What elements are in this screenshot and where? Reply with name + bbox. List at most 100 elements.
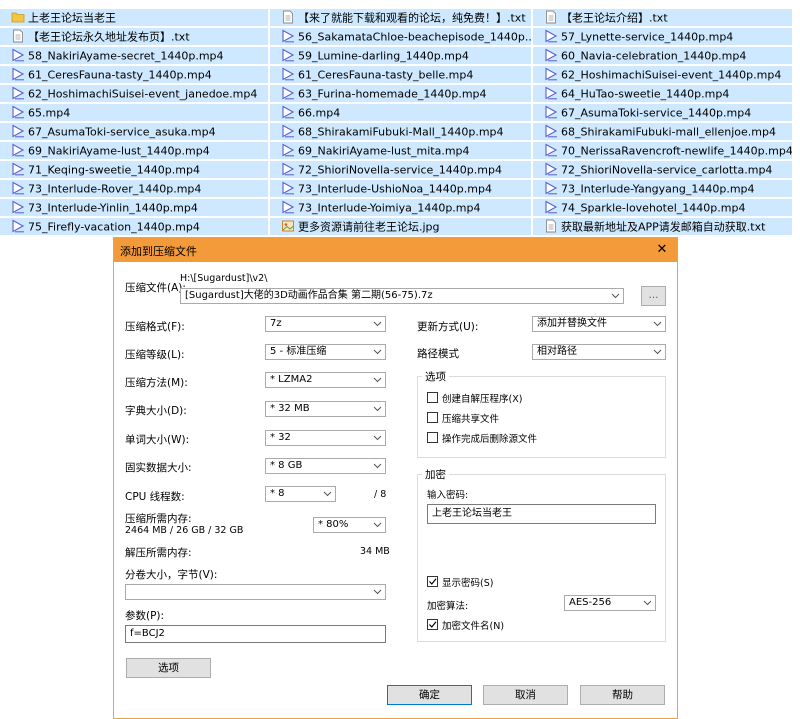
delete-checkbox[interactable] bbox=[427, 432, 438, 443]
file-item[interactable]: 56_SakamataChloe-beachepisode_1440p.... bbox=[270, 28, 531, 45]
file-item[interactable]: 64_HuTao-sweetie_1440p.mp4 bbox=[533, 85, 792, 102]
file-item[interactable]: 获取最新地址及APP请发邮箱自动获取.txt bbox=[533, 218, 792, 235]
file-list: 上老王论坛当老王 【来了就能下载和观看的论坛，纯免费！】.txt 【老王论坛介绍】.… bbox=[0, 0, 800, 240]
format-value: 7z bbox=[270, 318, 282, 329]
file-item[interactable]: 65.mp4 bbox=[0, 104, 268, 121]
file-name: 66.mp4 bbox=[298, 106, 341, 120]
file-item[interactable]: 73_Interlude-Yinlin_1440p.mp4 bbox=[0, 199, 268, 216]
dict-value: * 32 MB bbox=[270, 403, 310, 414]
file-item[interactable]: 58_NakiriAyame-secret_1440p.mp4 bbox=[0, 47, 268, 64]
options-button[interactable]: 选项 bbox=[126, 658, 211, 678]
file-name: 73_Interlude-Yinlin_1440p.mp4 bbox=[28, 201, 198, 215]
file-item[interactable]: 71_Keqing-sweetie_1440p.mp4 bbox=[0, 161, 268, 178]
dict-select[interactable]: * 32 MB bbox=[265, 401, 386, 417]
path-mode-select[interactable]: 相对路径 bbox=[532, 344, 666, 360]
file-item[interactable]: 59_Lumine-darling_1440p.mp4 bbox=[270, 47, 531, 64]
file-item[interactable]: 【老王论坛介绍】.txt bbox=[533, 9, 792, 26]
file-item[interactable]: 57_Lynette-service_1440p.mp4 bbox=[533, 28, 792, 45]
encryption-method-select[interactable]: AES-256 bbox=[564, 595, 656, 611]
file-name: 57_Lynette-service_1440p.mp4 bbox=[561, 30, 734, 44]
chevron-down-icon bbox=[373, 402, 382, 412]
file-item[interactable]: 69_NakiriAyame-lust_mita.mp4 bbox=[270, 142, 531, 159]
chevron-down-icon bbox=[373, 585, 382, 595]
solid-label: 固实数据大小: bbox=[125, 462, 192, 474]
file-name: 59_Lumine-darling_1440p.mp4 bbox=[298, 49, 469, 63]
password-input[interactable]: 上老王论坛当老王 bbox=[427, 504, 656, 524]
video-file-icon bbox=[544, 105, 558, 119]
file-name: 62_HoshimachiSuisei-event_1440p.mp4 bbox=[561, 68, 782, 82]
help-button[interactable]: 帮助 bbox=[580, 685, 665, 705]
file-item[interactable]: 74_Sparkle-lovehotel_1440p.mp4 bbox=[533, 199, 792, 216]
file-item[interactable]: 73_Interlude-Yoimiya_1440p.mp4 bbox=[270, 199, 531, 216]
decomp-memory-value: 34 MB bbox=[360, 546, 390, 557]
ok-button[interactable]: 确定 bbox=[387, 685, 472, 705]
file-item[interactable]: 上老王论坛当老王 bbox=[0, 9, 268, 26]
decomp-memory-label: 解压所需内存: bbox=[125, 547, 192, 559]
video-file-icon bbox=[11, 143, 25, 157]
file-item[interactable]: 67_AsumaToki-service_asuka.mp4 bbox=[0, 123, 268, 140]
threads-select[interactable]: * 8 bbox=[265, 486, 336, 502]
video-file-icon bbox=[544, 162, 558, 176]
file-item[interactable]: 68_ShirakamiFubuki-Mall_1440p.mp4 bbox=[270, 123, 531, 140]
file-item[interactable]: 72_ShioriNovella-service_1440p.mp4 bbox=[270, 161, 531, 178]
video-file-icon bbox=[281, 162, 295, 176]
params-input[interactable]: f=BCJ2 bbox=[125, 625, 386, 643]
solid-select[interactable]: * 8 GB bbox=[265, 458, 386, 474]
sfx-checkbox[interactable] bbox=[427, 392, 438, 403]
memory-detail: 2464 MB / 26 GB / 32 GB bbox=[125, 525, 244, 536]
shared-checkbox[interactable] bbox=[427, 412, 438, 423]
file-item[interactable]: 62_HoshimachiSuisei-event_janedoe.mp4 bbox=[0, 85, 268, 102]
file-item[interactable]: 61_CeresFauna-tasty_belle.mp4 bbox=[270, 66, 531, 83]
file-name: 【老王论坛介绍】.txt bbox=[561, 11, 668, 25]
format-select[interactable]: 7z bbox=[265, 316, 386, 332]
file-item[interactable]: 72_ShioriNovella-service_carlotta.mp4 bbox=[533, 161, 792, 178]
memory-select[interactable]: * 80% bbox=[313, 517, 386, 533]
file-item[interactable]: 73_Interlude-Rover_1440p.mp4 bbox=[0, 180, 268, 197]
file-name: 71_Keqing-sweetie_1440p.mp4 bbox=[28, 163, 200, 177]
video-file-icon bbox=[11, 67, 25, 81]
cancel-button[interactable]: 取消 bbox=[483, 685, 568, 705]
dialog-titlebar[interactable]: 添加到压缩文件 ✕ bbox=[114, 238, 677, 262]
file-item[interactable]: 【老王论坛永久地址发布页】.txt bbox=[0, 28, 268, 45]
video-file-icon bbox=[11, 219, 25, 233]
file-item[interactable]: 75_Firefly-vacation_1440p.mp4 bbox=[0, 218, 268, 235]
file-item[interactable]: 61_CeresFauna-tasty_1440p.mp4 bbox=[0, 66, 268, 83]
file-item[interactable]: 73_Interlude-UshioNoa_1440p.mp4 bbox=[270, 180, 531, 197]
file-name: 61_CeresFauna-tasty_belle.mp4 bbox=[298, 68, 474, 82]
update-mode-select[interactable]: 添加并替换文件 bbox=[532, 316, 666, 332]
close-icon: ✕ bbox=[656, 242, 668, 257]
archive-name-combo[interactable]: [Sugardust]大佬的3D动画作品合集 第二期(56-75).7z bbox=[180, 288, 624, 304]
method-select[interactable]: * LZMA2 bbox=[265, 372, 386, 388]
word-select[interactable]: * 32 bbox=[265, 430, 386, 446]
file-item[interactable]: 【来了就能下载和观看的论坛，纯免费！】.txt bbox=[270, 9, 531, 26]
file-item[interactable]: 63_Furina-homemade_1440p.mp4 bbox=[270, 85, 531, 102]
file-name: 75_Firefly-vacation_1440p.mp4 bbox=[28, 220, 200, 234]
file-name: 73_Interlude-Rover_1440p.mp4 bbox=[28, 182, 202, 196]
delete-label: 操作完成后删除源文件 bbox=[442, 434, 538, 445]
video-file-icon bbox=[544, 181, 558, 195]
solid-value: * 8 GB bbox=[270, 460, 303, 471]
close-button[interactable]: ✕ bbox=[647, 238, 677, 262]
file-item[interactable]: 67_AsumaToki-service_1440p.mp4 bbox=[533, 104, 792, 121]
video-file-icon bbox=[281, 181, 295, 195]
file-item[interactable]: 69_NakiriAyame-lust_1440p.mp4 bbox=[0, 142, 268, 159]
file-item[interactable]: 66.mp4 bbox=[270, 104, 531, 121]
file-item[interactable]: 70_NerissaRavencroft-newlife_1440p.mp4 bbox=[533, 142, 792, 159]
shared-label: 压缩共享文件 bbox=[442, 414, 500, 425]
file-item[interactable]: 60_Navia-celebration_1440p.mp4 bbox=[533, 47, 792, 64]
file-name: 58_NakiriAyame-secret_1440p.mp4 bbox=[28, 49, 224, 63]
file-name: 73_Interlude-Yoimiya_1440p.mp4 bbox=[298, 201, 481, 215]
path-mode-label: 路径模式 bbox=[417, 348, 459, 360]
show-password-checkbox[interactable] bbox=[427, 576, 438, 587]
chevron-down-icon bbox=[373, 459, 382, 469]
level-select[interactable]: 5 - 标准压缩 bbox=[265, 344, 386, 360]
file-name: 67_AsumaToki-service_asuka.mp4 bbox=[28, 125, 216, 139]
encrypt-names-checkbox[interactable] bbox=[427, 619, 438, 630]
browse-button[interactable]: ... bbox=[641, 286, 666, 306]
file-item[interactable]: 62_HoshimachiSuisei-event_1440p.mp4 bbox=[533, 66, 792, 83]
volume-combo[interactable] bbox=[125, 584, 386, 600]
method-label: 压缩方法(M): bbox=[125, 377, 188, 389]
file-item[interactable]: 73_Interlude-Yangyang_1440p.mp4 bbox=[533, 180, 792, 197]
file-item[interactable]: 68_ShirakamiFubuki-mall_ellenjoe.mp4 bbox=[533, 123, 792, 140]
file-item[interactable]: 更多资源请前往老王论坛.jpg bbox=[270, 218, 531, 235]
